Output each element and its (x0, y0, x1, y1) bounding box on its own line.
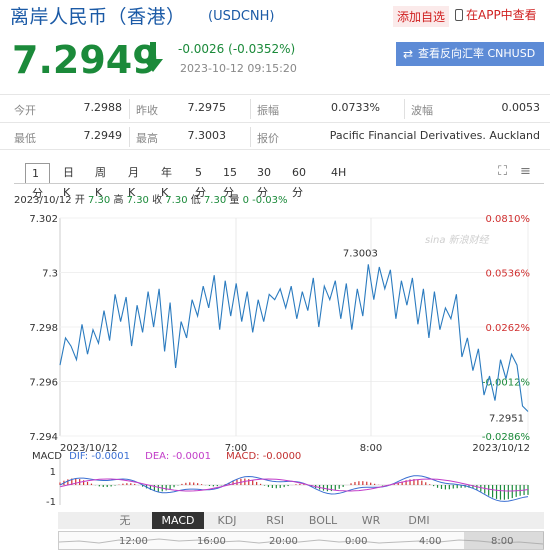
header: 离岸人民币（香港） (USDCNH) 添加自选 在APP中查看 (0, 0, 550, 34)
open-label: 今开 (14, 104, 36, 117)
sina-watermark: sina 新浪财经 (425, 234, 490, 246)
down-arrow-icon (143, 42, 163, 72)
amplitude-label: 振幅 (257, 104, 279, 117)
indicator-macd[interactable]: MACD (152, 512, 204, 529)
macd-value: MACD: -0.0000 (226, 451, 302, 462)
open-in-app-link[interactable]: 在APP中查看 (455, 6, 537, 23)
divider (250, 99, 251, 119)
quote-timestamp: 2023-10-12 09:15:20 (180, 62, 297, 75)
tab-5min[interactable]: 5分 (195, 163, 206, 199)
stats-table: 今开 7.2988 昨收 7.2975 振幅 0.0733% 波幅 0.0053… (0, 94, 550, 150)
fullscreen-icon[interactable]: ⛶ (498, 164, 507, 179)
indicator-dmi[interactable]: DMI (396, 512, 442, 529)
menu-icon[interactable]: ≡ (520, 164, 531, 179)
timeline-navigator[interactable]: 12:00 16:00 20:00 0:00 4:00 8:00 (58, 531, 544, 550)
symbol-code: (USDCNH) (208, 9, 275, 24)
tab-1min[interactable]: 1分 (25, 163, 50, 200)
indicator-kdj[interactable]: KDJ (204, 512, 250, 529)
indicator-bar: 无 MACD KDJ RSI BOLL WR DMI (58, 512, 544, 529)
tab-30min[interactable]: 30分 (257, 163, 271, 199)
page-title: 离岸人民币（香港） (10, 6, 186, 28)
price-change: -0.0026 (-0.0352%) (178, 42, 296, 56)
price-line (59, 264, 529, 412)
x-tick-label: 2023/10/12 (472, 443, 530, 454)
tab-60min[interactable]: 60分 (292, 163, 306, 199)
y-tick-label: 7.298 (29, 323, 58, 334)
add-favorite-button[interactable]: 添加自选 (393, 6, 450, 27)
amplitude-value: 0.0733% (331, 101, 380, 114)
timeline-label: 0:00 (345, 536, 368, 547)
pct-tick-label: -0.0286% (482, 432, 530, 443)
timeline-label: 8:00 (491, 536, 514, 547)
divider (404, 99, 405, 119)
timeline-label: 16:00 (197, 536, 226, 547)
divider (250, 127, 251, 147)
y-tick-label: 7.294 (29, 432, 58, 443)
phone-icon (455, 9, 463, 21)
macd-title: MACD (32, 451, 62, 462)
timeline-label: 20:00 (269, 536, 298, 547)
reverse-rate-button[interactable]: ⇄ 查看反向汇率 CNHUSD (396, 42, 544, 66)
open-in-app-label: 在APP中查看 (466, 8, 537, 22)
tab-weekly-k[interactable]: 周K (95, 163, 106, 199)
macd-tick-label: -1 (46, 497, 56, 505)
swap-icon: ⇄ (403, 47, 414, 61)
y-tick-label: 7.3 (42, 269, 58, 280)
current-price: 7.2949 (12, 38, 159, 82)
low-value: 7.2949 (83, 129, 123, 142)
swing-value: 0.0053 (501, 101, 541, 114)
open-value: 7.2988 (83, 101, 123, 114)
low-label: 最低 (14, 132, 36, 145)
y-tick-label: 7.302 (29, 214, 58, 225)
indicator-none[interactable]: 无 (102, 512, 148, 529)
reverse-rate-label: 查看反向汇率 CNHUSD (418, 47, 536, 60)
tab-15min[interactable]: 15分 (223, 163, 237, 199)
pct-tick-label: 0.0262% (486, 323, 531, 334)
stats-row: 今开 7.2988 昨收 7.2975 振幅 0.0733% 波幅 0.0053 (0, 94, 550, 122)
high-annotation: 7.3003 (343, 248, 378, 259)
pct-tick-label: 0.0536% (486, 269, 531, 280)
high-label: 最高 (136, 132, 158, 145)
macd-tick-label: 1 (50, 467, 56, 478)
tab-yearly-k[interactable]: 年K (161, 163, 172, 199)
dif-line (59, 475, 529, 502)
ohlc-readout: 2023/10/12 开 7.30 高 7.30 收 7.30 低 7.30 量… (14, 191, 288, 206)
divider (129, 127, 130, 147)
timeline-label: 4:00 (419, 536, 442, 547)
macd-dea: DEA: -0.0001 (145, 451, 211, 462)
tab-monthly-k[interactable]: 月K (128, 163, 139, 199)
swing-label: 波幅 (411, 104, 433, 117)
timeline-label: 12:00 (119, 536, 148, 547)
quote-source-value: Pacific Financial Derivatives. Auckland (329, 129, 540, 142)
tabs-divider (14, 183, 544, 184)
y-tick-label: 7.296 (29, 378, 58, 389)
prev-close-label: 昨收 (136, 104, 158, 117)
divider (129, 99, 130, 119)
tab-daily-k[interactable]: 日K (63, 163, 74, 199)
quote-source-label: 报价 (257, 132, 279, 145)
tab-4h[interactable]: 4H (331, 163, 346, 183)
indicator-rsi[interactable]: RSI (252, 512, 298, 529)
last-price-annotation: 7.2951 (489, 413, 524, 424)
indicator-boll[interactable]: BOLL (300, 512, 346, 529)
high-value: 7.3003 (187, 129, 227, 142)
macd-dif: DIF: -0.0001 (69, 451, 130, 462)
prev-close-value: 7.2975 (187, 101, 227, 114)
stats-row: 最低 7.2949 最高 7.3003 报价 Pacific Financial… (0, 122, 550, 150)
x-tick-label: 8:00 (360, 443, 382, 454)
macd-legend: MACD DIF: -0.0001 DEA: -0.0001 MACD: -0.… (32, 451, 301, 462)
pct-tick-label: 0.0810% (486, 214, 531, 225)
indicator-wr[interactable]: WR (348, 512, 394, 529)
